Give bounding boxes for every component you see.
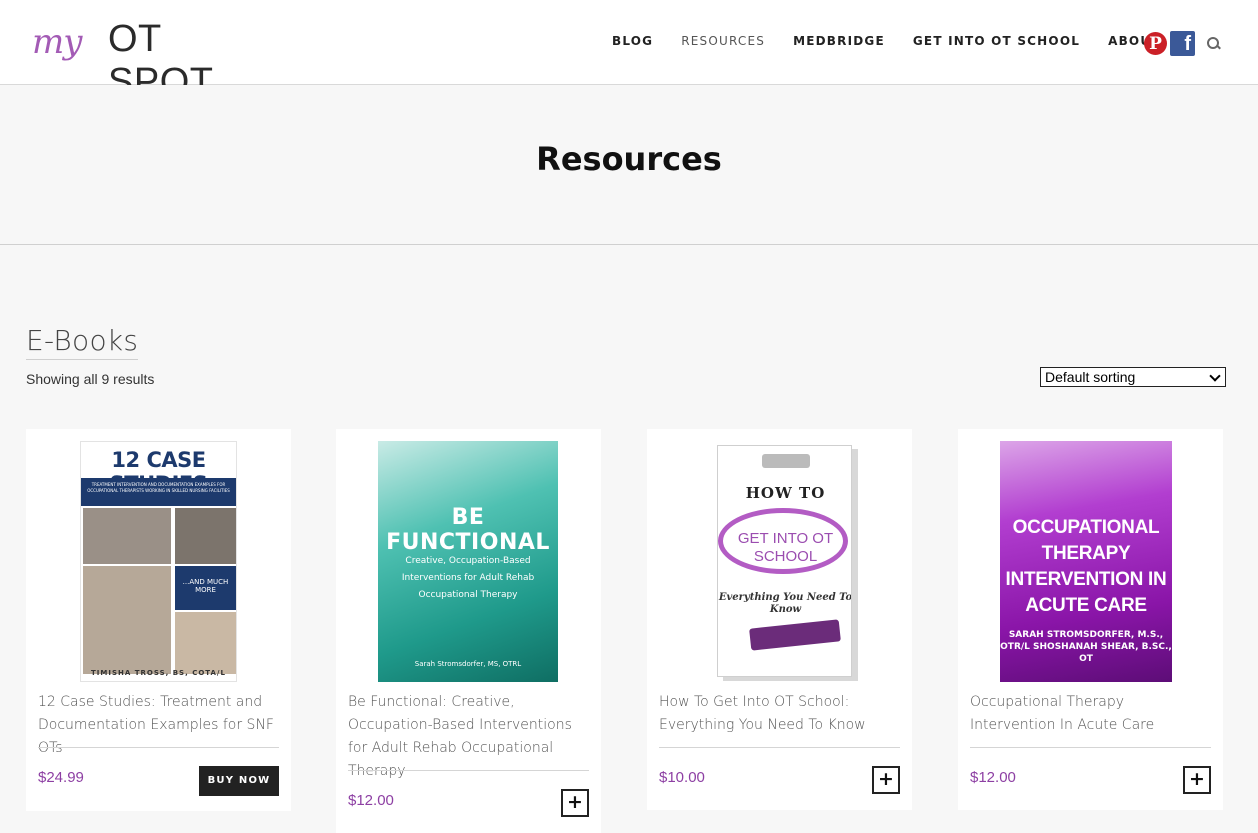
divider <box>970 747 1211 748</box>
site-logo[interactable]: my OT SPOT <box>32 14 272 103</box>
chevron-down-icon <box>1209 370 1221 382</box>
buy-now-button[interactable]: BUY NOW <box>199 766 279 796</box>
cover-title: HOW TO <box>745 484 826 502</box>
sorting-select[interactable]: Default sorting <box>1040 367 1226 387</box>
cover-title: BE FUNCTIONAL <box>386 505 550 555</box>
product-card: HOW TO GET INTO OT SCHOOL Everything You… <box>647 429 912 810</box>
cover-subtitle-bar: TREATMENT INTERVENTION AND DOCUMENTATION… <box>81 478 236 506</box>
product-title[interactable]: Occupational Therapy Intervention In Acu… <box>970 691 1211 737</box>
divider <box>348 770 589 771</box>
product-cover-link[interactable]: BE FUNCTIONAL Creative, Occupation-Based… <box>336 441 601 683</box>
product-price: $10.00 <box>659 769 705 786</box>
logo-script: my <box>32 22 82 62</box>
divider <box>659 747 900 748</box>
book-cover-image: OCCUPATIONAL THERAPY INTERVENTION IN ACU… <box>1000 441 1172 682</box>
nav-medbridge[interactable]: MEDBRIDGE <box>793 34 885 48</box>
pinterest-icon[interactable]: P <box>1144 32 1167 55</box>
page-title-band: Resources <box>0 85 1258 245</box>
product-card: OCCUPATIONAL THERAPY INTERVENTION IN ACU… <box>958 429 1223 810</box>
product-cover-link[interactable]: 12 CASE STUDIES TREATMENT INTERVENTION A… <box>26 441 291 683</box>
site-header: my OT SPOT BLOG RESOURCES MEDBRIDGE GET … <box>0 0 1258 103</box>
product-price: $12.00 <box>348 792 394 809</box>
cover-author: SARAH STROMSDORFER, M.S., OTR/L SHOSHANA… <box>1000 630 1172 664</box>
book-cover-image: BE FUNCTIONAL Creative, Occupation-Based… <box>378 441 558 682</box>
book-cover-image: 12 CASE STUDIES TREATMENT INTERVENTION A… <box>80 441 237 682</box>
add-to-cart-button[interactable]: + <box>561 789 589 817</box>
product-card: BE FUNCTIONAL Creative, Occupation-Based… <box>336 429 601 833</box>
cover-photo <box>83 508 171 564</box>
cover-subtitle: Creative, Occupation-Based Interventions… <box>401 556 535 600</box>
product-title[interactable]: 12 Case Studies: Treatment and Documenta… <box>38 691 279 760</box>
cover-author: TIMISHA TROSS, BS, COTA/L <box>91 669 226 677</box>
clipboard-clip <box>762 454 810 468</box>
product-price: $12.00 <box>970 769 1016 786</box>
cover-badge: ...AND MUCH MORE <box>175 566 236 610</box>
product-cover-link[interactable]: HOW TO GET INTO OT SCHOOL Everything You… <box>647 441 912 683</box>
social-links: P f <box>1144 31 1221 56</box>
facebook-icon[interactable]: f <box>1170 31 1195 56</box>
marker-pen <box>749 619 841 651</box>
cover-photo <box>83 566 171 674</box>
book-cover-image: HOW TO GET INTO OT SCHOOL Everything You… <box>717 445 852 677</box>
nav-blog[interactable]: BLOG <box>612 34 653 48</box>
cover-subtitle: Everything You Need To Know <box>718 592 852 615</box>
nav-resources[interactable]: RESOURCES <box>681 34 765 48</box>
cover-photo <box>175 612 236 674</box>
search-icon[interactable] <box>1207 36 1221 51</box>
page-title: Resources <box>536 140 722 178</box>
product-card: 12 CASE STUDIES TREATMENT INTERVENTION A… <box>26 429 291 811</box>
cover-title: OCCUPATIONAL THERAPY INTERVENTION IN ACU… <box>1005 517 1167 616</box>
cover-subtitle: TREATMENT INTERVENTION AND DOCUMENTATION… <box>87 482 230 493</box>
add-to-cart-button[interactable]: + <box>1183 766 1211 794</box>
divider <box>38 747 279 748</box>
product-cover-link[interactable]: OCCUPATIONAL THERAPY INTERVENTION IN ACU… <box>958 441 1223 683</box>
cover-circled-text: GET INTO OT SCHOOL <box>737 530 834 565</box>
product-price: $24.99 <box>38 769 84 786</box>
cover-photo <box>175 508 236 564</box>
sorting-selected-value: Default sorting <box>1045 369 1136 385</box>
nav-get-into-ot-school[interactable]: GET INTO OT SCHOOL <box>913 34 1080 48</box>
result-count: Showing all 9 results <box>26 371 155 387</box>
add-to-cart-button[interactable]: + <box>872 766 900 794</box>
main-nav: BLOG RESOURCES MEDBRIDGE GET INTO OT SCH… <box>612 34 1189 48</box>
cover-author: Sarah Stromsdorfer, MS, OTRL <box>414 660 522 668</box>
section-title: E-Books <box>26 324 139 360</box>
product-title[interactable]: How To Get Into OT School: Everything Yo… <box>659 691 900 737</box>
